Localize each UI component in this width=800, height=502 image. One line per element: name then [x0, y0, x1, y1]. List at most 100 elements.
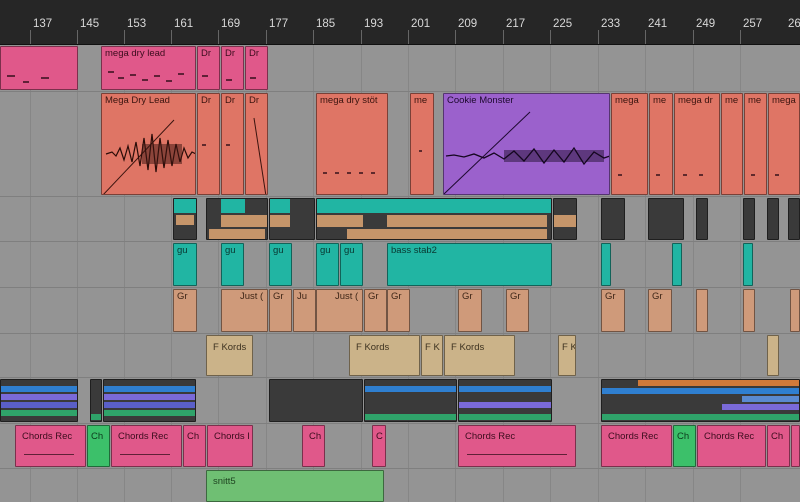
midi-clip-mega-dry-lead[interactable]: mega dry lead	[101, 46, 196, 90]
midi-clip-gu[interactable]: gu	[269, 243, 292, 286]
drum-clip[interactable]	[601, 198, 625, 240]
timeline-ruler[interactable]: 137 145 153 161 169 177 185 193 201 209 …	[0, 0, 800, 45]
midi-clip-chords-rec[interactable]: Chords I	[207, 425, 253, 467]
automation-clip[interactable]	[0, 379, 78, 422]
clip-name: gu	[320, 245, 331, 256]
midi-clip-gr[interactable]: Gr	[458, 289, 482, 332]
midi-clip-chords-rec[interactable]: Chords Rec	[458, 425, 576, 467]
clip-name: Ch	[91, 431, 104, 442]
midi-clip-ch[interactable]: Ch	[673, 425, 696, 467]
midi-clip-dr[interactable]: Dr	[245, 46, 268, 90]
midi-clip-ch[interactable]: Ch	[302, 425, 325, 467]
audio-clip-me[interactable]: me	[649, 93, 673, 195]
midi-clip-ch[interactable]: Ch	[183, 425, 206, 467]
clip-name: Dr	[201, 95, 212, 106]
ruler-tick: 169	[221, 18, 241, 30]
midi-clip[interactable]	[743, 243, 753, 286]
drum-clip[interactable]	[173, 198, 197, 240]
audio-clip-mega[interactable]: mega	[768, 93, 800, 195]
midi-clip[interactable]	[601, 243, 611, 286]
drum-clip[interactable]	[648, 198, 684, 240]
midi-clip-f[interactable]: F K	[558, 335, 576, 376]
automation-clip[interactable]	[601, 379, 800, 422]
midi-clip-just[interactable]: Just (	[221, 289, 268, 332]
midi-clip-bass-stab2[interactable]: bass stab2	[387, 243, 552, 286]
audio-clip-cookie-monster[interactable]: Cookie Monster	[443, 93, 610, 195]
drum-clip[interactable]	[767, 198, 779, 240]
clip-name: Gr	[605, 291, 616, 302]
automation-clip[interactable]	[364, 379, 457, 422]
audio-clip-mega-dry-stot[interactable]: mega dry stöt	[316, 93, 388, 195]
midi-clip[interactable]	[672, 243, 682, 286]
midi-clip-chords-rec[interactable]: Chords Rec	[601, 425, 672, 467]
midi-clip[interactable]	[790, 289, 800, 332]
midi-clip-gu[interactable]: gu	[316, 243, 339, 286]
ruler-tick-mark	[30, 30, 31, 44]
clip-name: F K	[562, 342, 576, 353]
midi-clip-f-kords[interactable]: F Kords	[349, 335, 420, 376]
midi-clip-gr[interactable]: Gr	[387, 289, 410, 332]
midi-clip-ju[interactable]: Ju	[293, 289, 316, 332]
audio-clip-dr[interactable]: Dr	[197, 93, 220, 195]
midi-clip-gu[interactable]: gu	[221, 243, 244, 286]
drum-clip[interactable]	[269, 198, 315, 240]
midi-clip-f-kords[interactable]: F Kords	[206, 335, 253, 376]
midi-clip-dr[interactable]: Dr	[221, 46, 244, 90]
midi-clip-chords-rec[interactable]: Chords Rec	[697, 425, 766, 467]
ruler-tick-mark	[77, 30, 78, 44]
audio-clip-me[interactable]: me	[410, 93, 434, 195]
midi-clip[interactable]	[791, 425, 800, 467]
ruler-tick-mark	[645, 30, 646, 44]
ruler-tick: 257	[743, 18, 763, 30]
audio-clip-me[interactable]: me	[744, 93, 767, 195]
drum-clip[interactable]	[788, 198, 800, 240]
clip-name: Ch	[677, 431, 690, 442]
midi-clip-gr[interactable]: Gr	[173, 289, 197, 332]
audio-clip-dr[interactable]: Dr	[245, 93, 268, 195]
drum-clip[interactable]	[553, 198, 577, 240]
audio-clip-mega-dr[interactable]: mega dr	[674, 93, 720, 195]
clip-name: mega dr	[678, 95, 713, 106]
midi-clip-gr[interactable]: Gr	[601, 289, 625, 332]
clip-name: mega	[772, 95, 796, 106]
midi-clip[interactable]	[0, 46, 78, 90]
midi-clip-gr[interactable]: Gr	[269, 289, 292, 332]
midi-clip-c[interactable]: C	[372, 425, 386, 467]
automation-clip[interactable]	[269, 379, 363, 422]
automation-clip[interactable]	[458, 379, 552, 422]
ruler-tick-mark	[408, 30, 409, 44]
midi-clip-chords-rec[interactable]: Chords Rec	[15, 425, 86, 467]
midi-clip-ch[interactable]: Ch	[87, 425, 110, 467]
midi-clip-gu[interactable]: gu	[173, 243, 197, 286]
audio-clip-dr[interactable]: Dr	[221, 93, 244, 195]
midi-clip-chords-rec[interactable]: Chords Rec	[111, 425, 182, 467]
midi-clip-gr[interactable]: Gr	[506, 289, 529, 332]
midi-clip-gr[interactable]: Gr	[364, 289, 387, 332]
audio-clip-mega-dry-lead[interactable]: Mega Dry Lead	[101, 93, 196, 195]
clip-name: Cookie Monster	[447, 95, 514, 106]
automation-clip[interactable]	[90, 379, 102, 422]
drum-clip[interactable]	[743, 198, 755, 240]
midi-clip-ch[interactable]: Ch	[767, 425, 790, 467]
midi-clip-just[interactable]: Just (	[316, 289, 363, 332]
midi-clip-gu[interactable]: gu	[340, 243, 363, 286]
midi-clip[interactable]	[696, 289, 708, 332]
ruler-tick-mark	[171, 30, 172, 44]
automation-clip[interactable]	[103, 379, 196, 422]
midi-clip-f-k[interactable]: F K	[421, 335, 443, 376]
midi-clip-gr[interactable]: Gr	[648, 289, 672, 332]
drum-clip[interactable]	[316, 198, 552, 240]
audio-clip-mega[interactable]: mega	[611, 93, 648, 195]
ruler-tick: 241	[648, 18, 668, 30]
midi-clip-dr[interactable]: Dr	[197, 46, 220, 90]
clip-name: mega dry lead	[105, 48, 166, 59]
drum-clip[interactable]	[206, 198, 268, 240]
audio-clip-snitt5[interactable]: snitt5	[206, 470, 384, 502]
midi-clip-f-kords[interactable]: F Kords	[444, 335, 515, 376]
ruler-tick: 225	[553, 18, 573, 30]
midi-clip[interactable]	[767, 335, 779, 376]
audio-clip-me[interactable]: me	[721, 93, 743, 195]
drum-clip[interactable]	[696, 198, 708, 240]
clip-name: gu	[177, 245, 188, 256]
midi-clip[interactable]	[743, 289, 755, 332]
